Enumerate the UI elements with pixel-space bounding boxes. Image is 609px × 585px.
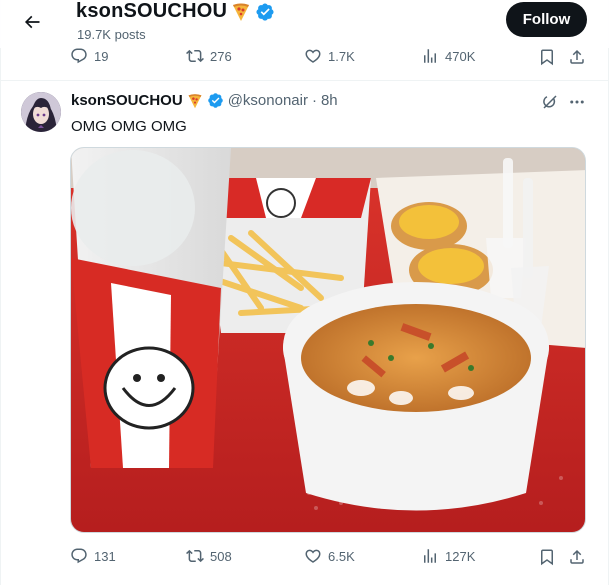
more-button[interactable] [568, 93, 588, 113]
food-photo-illustration [71, 148, 585, 532]
repost-button[interactable]: 508 [186, 547, 232, 565]
separator-dot: · [311, 92, 317, 109]
tweet-author: ksonSOUCHOU @ksononair · 8h [71, 92, 338, 109]
grok-icon [543, 95, 557, 109]
profile-header: ksonSOUCHOU 19.7K posts Follow [0, 0, 609, 48]
divider [0, 80, 609, 81]
views-count: 127K [445, 548, 476, 564]
views-button[interactable]: 470K [421, 47, 475, 65]
reply-count: 19 [94, 48, 109, 64]
reply-button[interactable]: 131 [70, 547, 116, 565]
tweet-actions: 131 508 6.5K 127K [0, 547, 609, 571]
repost-count: 276 [210, 48, 232, 64]
like-button[interactable]: 6.5K [304, 547, 355, 565]
back-button[interactable] [16, 6, 48, 38]
profile-name: ksonSOUCHOU [76, 0, 275, 23]
more-icon [570, 100, 584, 104]
grok-button[interactable] [541, 93, 561, 113]
bookmark-icon [541, 549, 553, 566]
reply-icon [71, 548, 87, 564]
bookmark-button[interactable] [537, 47, 557, 67]
views-icon [424, 49, 436, 63]
author-handle[interactable]: @ksononair [228, 92, 308, 109]
profile-display-name: ksonSOUCHOU [76, 0, 228, 22]
heart-icon [305, 49, 321, 63]
like-count: 6.5K [328, 548, 355, 564]
heart-icon [305, 549, 321, 563]
pizza-icon [188, 93, 202, 108]
share-icon [570, 549, 584, 564]
follow-button[interactable]: Follow [506, 2, 587, 37]
arrow-left-icon [24, 15, 40, 29]
prev-tweet-actions: 19 276 1.7K 470K [0, 47, 609, 71]
bookmark-icon [541, 49, 553, 66]
reply-count: 131 [94, 548, 116, 564]
verified-badge-icon [256, 2, 274, 21]
share-icon [570, 49, 584, 64]
pizza-icon [233, 3, 250, 21]
avatar[interactable] [21, 92, 61, 132]
repost-count: 508 [210, 548, 232, 564]
views-button[interactable]: 127K [421, 547, 475, 565]
post-count: 19.7K posts [77, 27, 146, 42]
tweet-text: OMG OMG OMG [71, 118, 187, 135]
verified-badge-icon [207, 93, 223, 108]
bookmark-button[interactable] [537, 547, 557, 567]
repost-icon [186, 49, 204, 63]
repost-icon [186, 549, 204, 563]
reply-icon [71, 48, 87, 64]
share-button[interactable] [567, 47, 587, 67]
tweet-timestamp[interactable]: 8h [321, 92, 338, 109]
like-button[interactable]: 1.7K [304, 47, 355, 65]
like-count: 1.7K [328, 48, 355, 64]
reply-button[interactable]: 19 [70, 47, 108, 65]
views-icon [424, 549, 436, 563]
views-count: 470K [445, 48, 476, 64]
share-button[interactable] [567, 547, 587, 567]
tweet-photo[interactable] [70, 147, 586, 533]
repost-button[interactable]: 276 [186, 47, 232, 65]
author-display-name[interactable]: ksonSOUCHOU [71, 92, 183, 109]
avatar-image [21, 92, 61, 132]
